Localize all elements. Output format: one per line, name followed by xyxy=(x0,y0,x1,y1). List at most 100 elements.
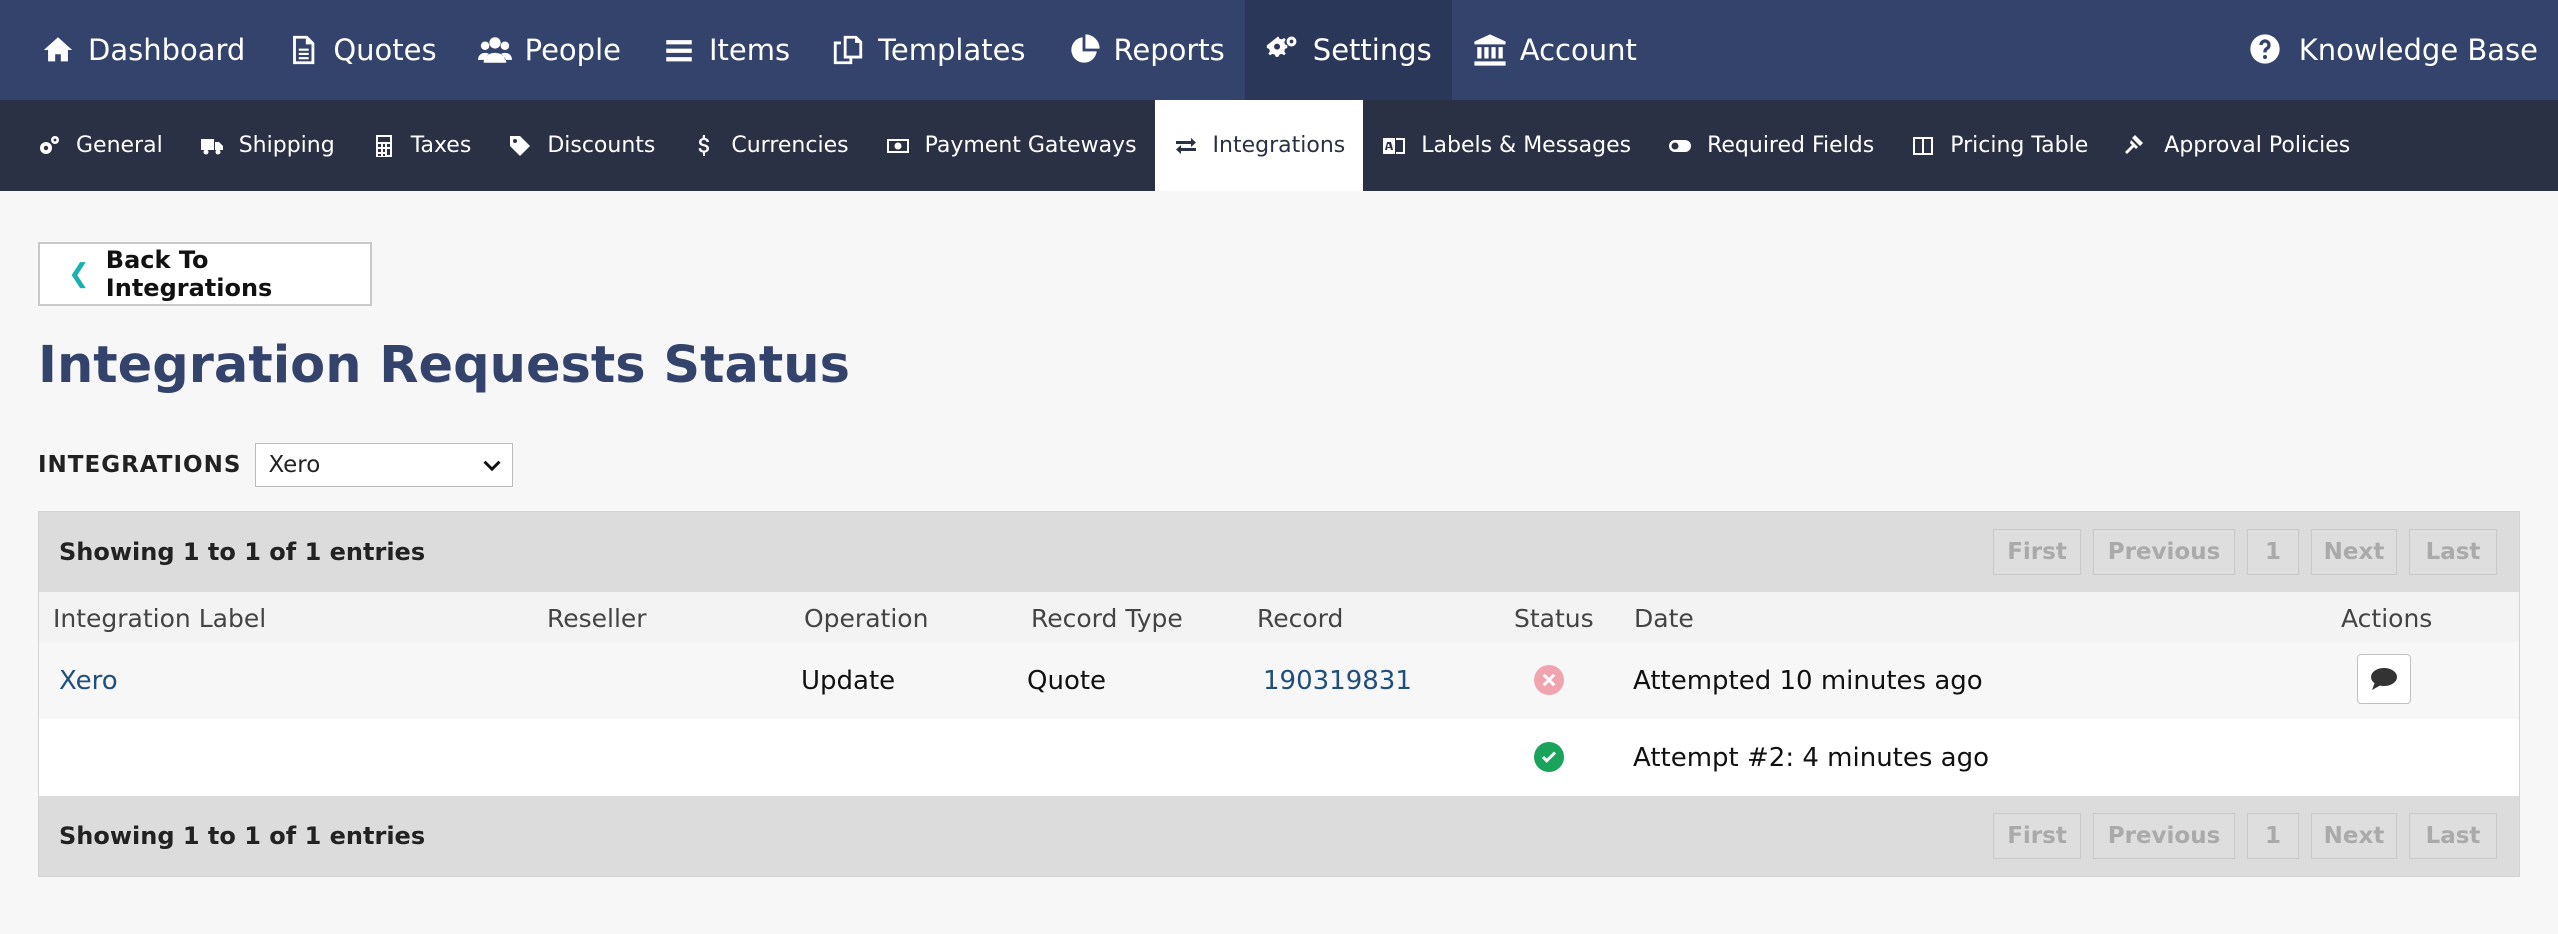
gears-icon xyxy=(1265,32,1301,68)
gears-icon xyxy=(36,133,62,159)
pagination-top: First Previous 1 Next Last xyxy=(1993,529,2497,575)
tab-payment-gateways[interactable]: Payment Gateways xyxy=(867,100,1155,191)
back-to-integrations-button[interactable]: ❮ Back To Integrations xyxy=(38,242,372,306)
integrations-filter-label: INTEGRATIONS xyxy=(38,452,242,478)
success-check-icon xyxy=(1534,742,1564,772)
col-date[interactable]: Date xyxy=(1634,604,1694,633)
question-circle-icon xyxy=(2249,33,2283,67)
pagination-bottom: First Previous 1 Next Last xyxy=(1993,813,2497,859)
home-icon xyxy=(40,32,76,68)
language-icon xyxy=(1381,133,1407,159)
pager-first-button[interactable]: First xyxy=(1993,813,2081,859)
pager-page-button[interactable]: 1 xyxy=(2247,813,2299,859)
users-icon xyxy=(477,32,513,68)
col-integration-label[interactable]: Integration Label xyxy=(53,604,266,633)
error-x-icon xyxy=(1534,665,1564,695)
integrations-select-value: Xero xyxy=(268,452,321,478)
nav-templates-label: Templates xyxy=(878,33,1026,67)
tab-integrations-label: Integrations xyxy=(1212,133,1346,158)
pager-last-button[interactable]: Last xyxy=(2409,813,2497,859)
main-content: ❮ Back To Integrations Integration Reque… xyxy=(0,242,2558,877)
table-row: Xero Update Quote 190319831 Attempted 10… xyxy=(39,642,2519,719)
chevron-down-icon xyxy=(483,460,501,472)
bank-icon xyxy=(1472,32,1508,68)
tab-approval-policies-label: Approval Policies xyxy=(2164,133,2351,158)
table-header: Integration Label Reseller Operation Rec… xyxy=(39,592,2519,642)
record-link[interactable]: 190319831 xyxy=(1263,666,1412,696)
nav-reports[interactable]: Reports xyxy=(1046,0,1245,100)
chevron-left-icon: ❮ xyxy=(68,259,90,289)
page-title: Integration Requests Status xyxy=(38,336,850,395)
comment-icon xyxy=(2371,668,2397,690)
nav-settings-label: Settings xyxy=(1312,33,1432,67)
toggle-icon xyxy=(1667,133,1693,159)
nav-account[interactable]: Account xyxy=(1452,0,1657,100)
nav-people[interactable]: People xyxy=(457,0,641,100)
tab-currencies[interactable]: Currencies xyxy=(673,100,866,191)
pager-previous-button[interactable]: Previous xyxy=(2093,813,2235,859)
calculator-icon xyxy=(371,133,397,159)
tab-taxes-label: Taxes xyxy=(410,133,472,158)
nav-dashboard[interactable]: Dashboard xyxy=(20,0,265,100)
date-cell: Attempt #2: 4 minutes ago xyxy=(1633,743,1990,773)
truck-icon xyxy=(199,133,225,159)
nav-account-label: Account xyxy=(1519,33,1637,67)
col-status[interactable]: Status xyxy=(1514,604,1594,633)
tab-shipping[interactable]: Shipping xyxy=(181,100,353,191)
nav-items[interactable]: Items xyxy=(641,0,810,100)
col-reseller[interactable]: Reseller xyxy=(547,604,647,633)
tab-general[interactable]: General xyxy=(18,100,181,191)
nav-settings[interactable]: Settings xyxy=(1244,0,1452,100)
exchange-icon xyxy=(1173,133,1199,159)
columns-icon xyxy=(1910,133,1936,159)
tab-general-label: General xyxy=(76,133,163,158)
integrations-select[interactable]: Xero xyxy=(255,443,514,487)
back-button-label: Back To Integrations xyxy=(105,246,273,302)
status-cell xyxy=(1534,665,1564,695)
col-record[interactable]: Record xyxy=(1257,604,1343,633)
entries-info-bottom: Showing 1 to 1 of 1 entries xyxy=(59,822,426,850)
date-cell: Attempted 10 minutes ago xyxy=(1633,666,1983,696)
knowledge-base-link[interactable]: Knowledge Base xyxy=(2249,33,2538,67)
tab-payment-gateways-label: Payment Gateways xyxy=(924,133,1137,158)
pager-previous-button[interactable]: Previous xyxy=(2093,529,2235,575)
tab-required-fields[interactable]: Required Fields xyxy=(1649,100,1892,191)
col-record-type[interactable]: Record Type xyxy=(1031,604,1183,633)
top-nav: Dashboard Quotes People Items Templates … xyxy=(0,0,2558,100)
tab-labels-messages-label: Labels & Messages xyxy=(1421,133,1632,158)
col-operation[interactable]: Operation xyxy=(804,604,928,633)
tab-labels-messages[interactable]: Labels & Messages xyxy=(1363,100,1649,191)
knowledge-base-label: Knowledge Base xyxy=(2298,33,2538,67)
tab-pricing-table[interactable]: Pricing Table xyxy=(1892,100,2106,191)
tab-approval-policies[interactable]: Approval Policies xyxy=(2106,100,2368,191)
tab-required-fields-label: Required Fields xyxy=(1707,133,1875,158)
nav-items-label: Items xyxy=(708,33,791,67)
pie-chart-icon xyxy=(1066,32,1102,68)
nav-quotes[interactable]: Quotes xyxy=(265,0,456,100)
pager-next-button[interactable]: Next xyxy=(2311,529,2397,575)
nav-reports-label: Reports xyxy=(1113,33,1225,67)
view-message-button[interactable] xyxy=(2357,654,2411,704)
pager-next-button[interactable]: Next xyxy=(2311,813,2397,859)
tab-taxes[interactable]: Taxes xyxy=(353,100,490,191)
integration-label-link[interactable]: Xero xyxy=(59,666,118,696)
pager-last-button[interactable]: Last xyxy=(2409,529,2497,575)
gavel-icon xyxy=(2124,133,2150,159)
pager-first-button[interactable]: First xyxy=(1993,529,2081,575)
status-cell xyxy=(1534,742,1564,772)
document-icon xyxy=(285,32,321,68)
list-icon xyxy=(661,32,697,68)
tab-discounts[interactable]: Discounts xyxy=(489,100,673,191)
nav-templates[interactable]: Templates xyxy=(810,0,1045,100)
tab-pricing-table-label: Pricing Table xyxy=(1950,133,2089,158)
pager-page-button[interactable]: 1 xyxy=(2247,529,2299,575)
money-icon xyxy=(885,133,911,159)
integration-filter: INTEGRATIONS Xero xyxy=(38,443,2520,487)
dollar-icon xyxy=(691,133,717,159)
table-top-bar: Showing 1 to 1 of 1 entries First Previo… xyxy=(39,512,2519,592)
record-type-cell: Quote xyxy=(1027,666,1107,696)
table-row: Attempt #2: 4 minutes ago xyxy=(39,719,2519,796)
tab-integrations[interactable]: Integrations xyxy=(1154,100,1364,191)
tag-icon xyxy=(507,133,533,159)
col-actions: Actions xyxy=(2341,604,2433,633)
